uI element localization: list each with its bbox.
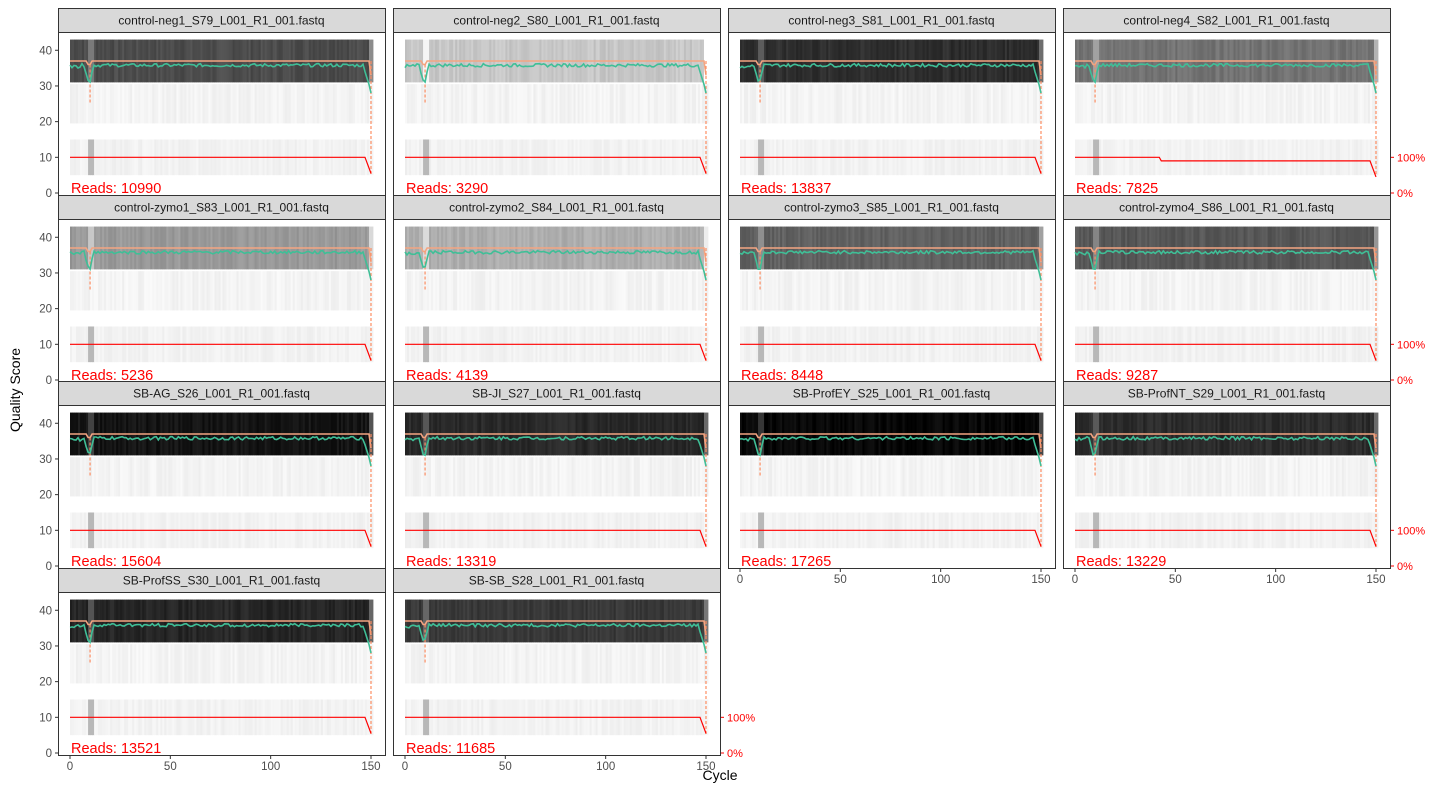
facet-strip-label: control-zymo4_S86_L001_R1_001.fastq xyxy=(1119,201,1334,215)
facet-strip-label: control-neg1_S79_L001_R1_001.fastq xyxy=(118,14,324,28)
facet-panel: control-neg3_S81_L001_R1_001.fastq Reads:… xyxy=(728,8,1056,197)
reads-label: Reads: 13319 xyxy=(406,554,496,570)
facet-panel: SB-AG_S26_L001_R1_001.fastq Reads: 15604 xyxy=(58,381,386,570)
facet-strip-label: control-zymo2_S84_L001_R1_001.fastq xyxy=(449,201,664,215)
facet-strip-label: control-neg4_S82_L001_R1_001.fastq xyxy=(1123,14,1329,28)
reads-label: Reads: 3290 xyxy=(406,181,488,197)
facet-strip-label: control-neg2_S80_L001_R1_001.fastq xyxy=(453,14,659,28)
facet-panel: control-neg2_S80_L001_R1_001.fastq Reads:… xyxy=(393,8,721,197)
facet-strip-label: control-zymo1_S83_L001_R1_001.fastq xyxy=(114,201,329,215)
facet-panel: control-zymo3_S85_L001_R1_001.fastqReads… xyxy=(728,195,1056,384)
heat-cell-high xyxy=(1375,226,1379,270)
facet-strip-label: SB-AG_S26_L001_R1_001.fastq xyxy=(133,387,310,401)
facet-strip-label: control-neg3_S81_L001_R1_001.fastq xyxy=(788,14,994,28)
facet-panel: control-zymo4_S86_L001_R1_001.fastqReads… xyxy=(1063,195,1391,384)
facet-panel: control-neg4_S82_L001_R1_001.fastq Reads:… xyxy=(1063,8,1391,197)
heat-cell-high xyxy=(1040,226,1044,270)
facet-panel: control-zymo1_S83_L001_R1_001.fastqReads… xyxy=(58,195,386,384)
heat-cell-high xyxy=(705,226,709,270)
reads-label: Reads: 13837 xyxy=(741,181,831,197)
facet-strip-label: SB-JI_S27_L001_R1_001.fastq xyxy=(472,387,641,401)
reads-label: Reads: 10990 xyxy=(71,181,161,197)
facet-panel: control-zymo2_S84_L001_R1_001.fastqReads… xyxy=(393,195,721,384)
reads-label: Reads: 7825 xyxy=(1076,181,1158,197)
facet-panels: control-neg1_S79_L001_R1_001.fastq Reads:… xyxy=(58,8,1391,757)
facet-strip-label: SB-ProfEY_S25_L001_R1_001.fastq xyxy=(793,387,990,401)
facet-panel: control-neg1_S79_L001_R1_001.fastq Reads:… xyxy=(58,8,386,197)
facet-strip-label: control-zymo3_S85_L001_R1_001.fastq xyxy=(784,201,999,215)
heat-cell-high xyxy=(370,226,374,270)
facet-panel: SB-ProfEY_S25_L001_R1_001.fastqReads: 17… xyxy=(728,381,1056,570)
facet-panel: SB-JI_S27_L001_R1_001.fastq Reads: 13319 xyxy=(393,381,721,570)
quality-profile-figure: control-neg1_S79_L001_R1_001.fastq Reads:… xyxy=(7,8,1425,783)
reads-label: Reads: 15604 xyxy=(71,554,161,570)
